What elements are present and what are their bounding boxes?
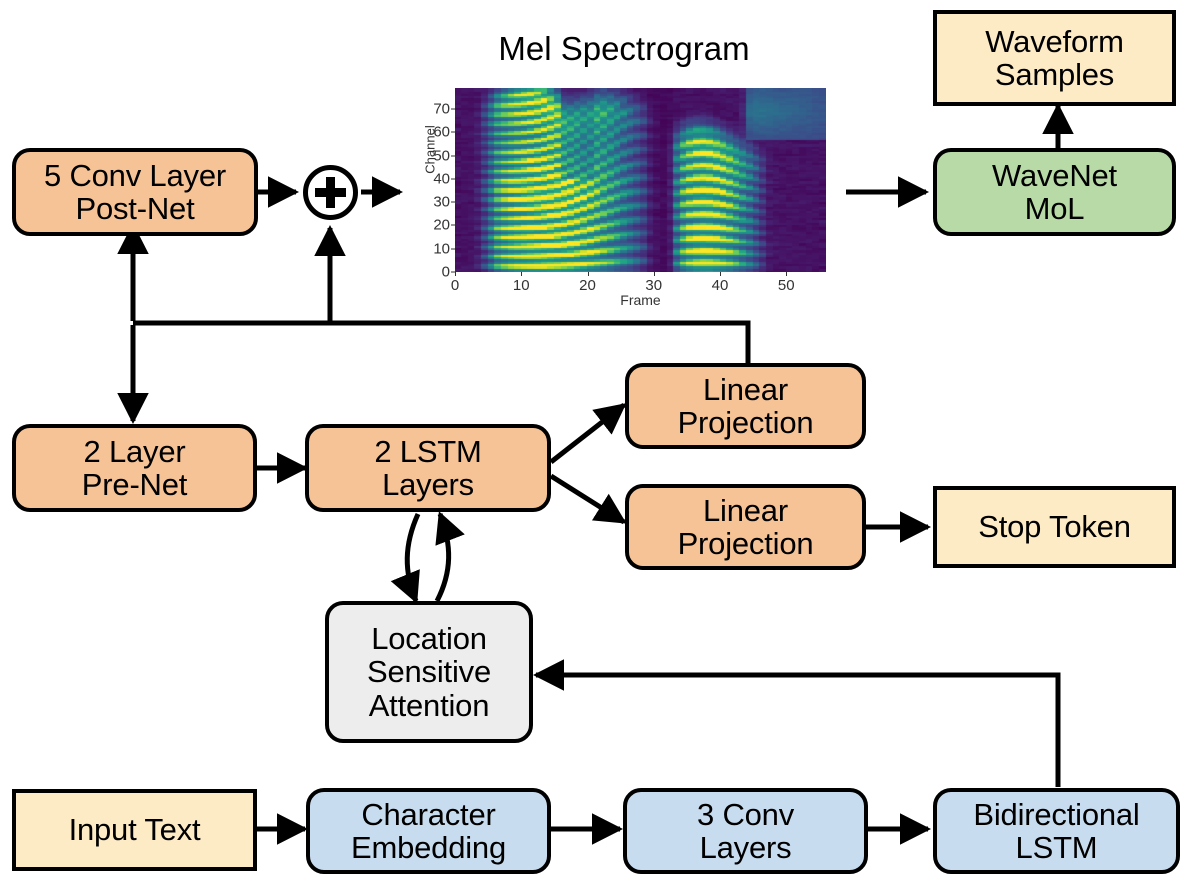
node-linear-projection-mel[interactable]: Linear Projection xyxy=(625,363,866,449)
node-input-text[interactable]: Input Text xyxy=(12,789,257,871)
node-waveform-samples[interactable]: Waveform Samples xyxy=(933,10,1176,106)
mel-spectrogram-plot-area xyxy=(455,88,826,272)
mel-x-tick-mark xyxy=(455,272,456,276)
edge-bilstm-to-attention xyxy=(532,659,1061,787)
edge-attention-to-lstm xyxy=(434,511,465,603)
mel-y-tick-label: 0 xyxy=(441,263,450,281)
mel-x-tick-mark xyxy=(521,272,523,276)
mel-spectrogram-x-axis-label: Frame xyxy=(620,292,661,308)
node-stop-token[interactable]: Stop Token xyxy=(933,486,1176,568)
mel-x-tick-mark xyxy=(587,272,589,276)
edge-lstm-to-attention xyxy=(390,512,421,604)
node-conv-layers[interactable]: 3 Conv Layers xyxy=(623,788,868,874)
mel-spectrogram-title: Mel Spectrogram xyxy=(498,30,750,67)
diagram-canvas: 5 Conv Layer Post-Net Waveform Samples W… xyxy=(0,0,1183,883)
node-bidirectional-lstm[interactable]: Bidirectional LSTM xyxy=(933,788,1180,874)
plus-vertical-bar xyxy=(326,177,335,208)
mel-spectrogram-figure: Mel Spectrogram 0 10 20 30 40 50 60 70 0 10 20 30 40… xyxy=(404,30,844,310)
mel-y-tick-label: 20 xyxy=(433,216,450,234)
edge-lstm-to-linear-mel xyxy=(549,403,627,464)
node-lstm-layers[interactable]: 2 LSTM Layers xyxy=(305,424,551,512)
mel-y-tick-label: 10 xyxy=(433,240,450,258)
node-linear-projection-stop[interactable]: Linear Projection xyxy=(625,484,866,570)
edge-lstm-to-linear-stop xyxy=(549,473,627,525)
mel-spectrogram-y-axis-label: Channel xyxy=(422,125,438,174)
edge-residual-bus xyxy=(133,320,751,365)
mel-spectrogram-heatmap xyxy=(455,88,826,272)
node-sum-operator[interactable] xyxy=(303,165,358,220)
node-post-net[interactable]: 5 Conv Layer Post-Net xyxy=(12,148,258,236)
node-pre-net[interactable]: 2 Layer Pre-Net xyxy=(12,424,257,512)
node-character-embedding[interactable]: Character Embedding xyxy=(306,788,551,874)
mel-x-tick-mark xyxy=(786,272,788,276)
node-wavenet-mol[interactable]: WaveNet MoL xyxy=(933,148,1176,236)
mel-x-tick-mark xyxy=(653,272,655,276)
node-location-sensitive-attention[interactable]: Location Sensitive Attention xyxy=(325,601,533,743)
mel-x-tick-mark xyxy=(720,272,721,276)
